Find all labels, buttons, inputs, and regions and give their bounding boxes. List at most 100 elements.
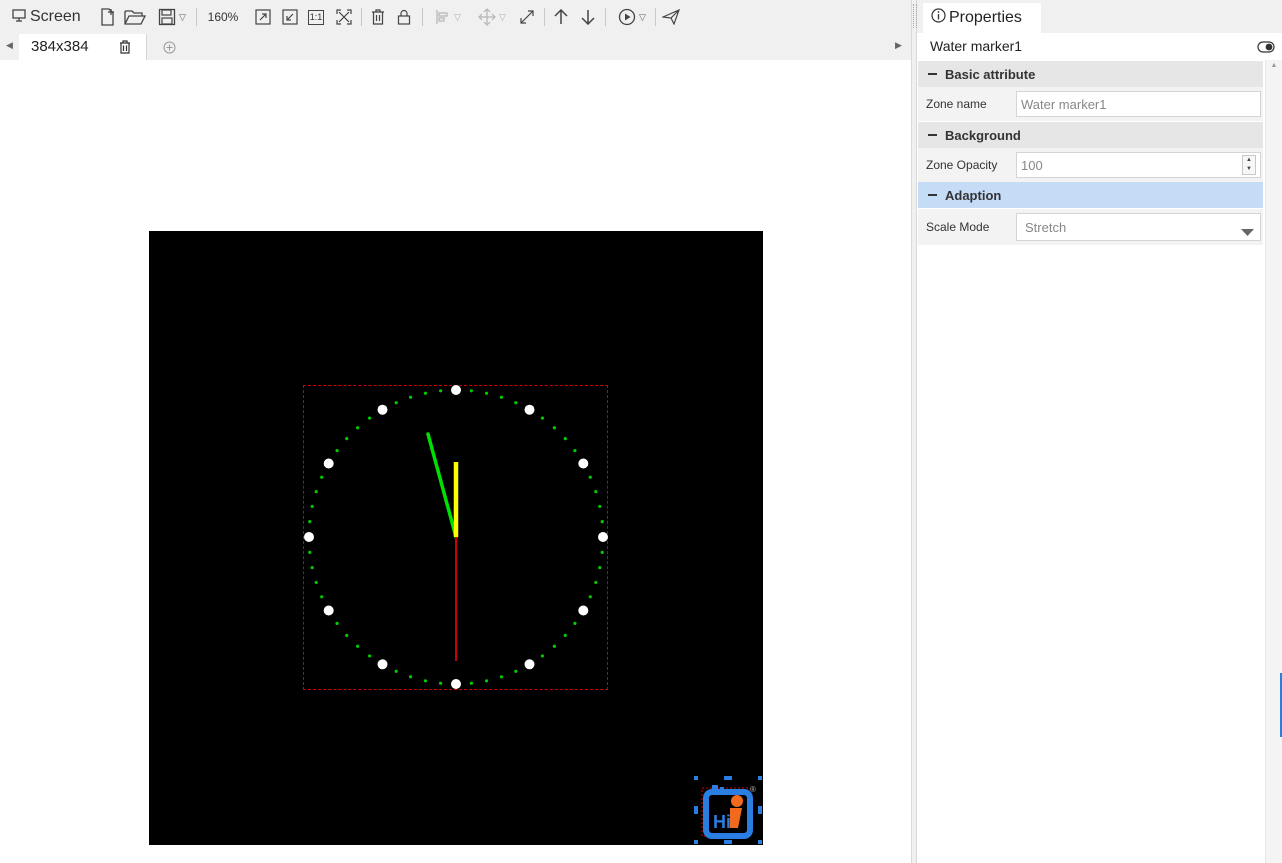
clock-minute-dot (310, 504, 314, 509)
clock-minute-dot (514, 401, 518, 405)
clock-hour-marker (323, 605, 334, 616)
clock-minute-dot (408, 675, 413, 679)
screen-button[interactable]: Screen (12, 5, 88, 29)
lock-button[interactable] (394, 5, 414, 29)
save-button[interactable]: ▽ (154, 5, 190, 29)
toggle-icon[interactable] (1257, 40, 1275, 58)
clock-hour-marker (304, 532, 314, 542)
stepper-down-icon[interactable]: ▼ (1243, 165, 1255, 174)
tab-384x384[interactable]: 384x384 (19, 34, 147, 60)
scale-mode-row: Scale Mode Stretch (918, 209, 1263, 245)
clock-minute-dot (367, 654, 372, 658)
water-marker[interactable]: Hi ® (690, 772, 766, 848)
clock-hour-marker (578, 458, 589, 469)
section-title: Background (945, 127, 1021, 143)
clock-minute-dot (394, 669, 398, 673)
clock-minute-dot (335, 448, 339, 453)
tab-scroll-right-icon[interactable]: ▶ (895, 40, 902, 51)
clock-minute-dot (540, 654, 545, 658)
clock-minute-dot (600, 550, 604, 554)
opacity-stepper[interactable]: ▲ ▼ (1242, 155, 1256, 175)
chevron-down-icon: ▽ (499, 11, 506, 22)
clock-minute-dot (573, 621, 577, 626)
fit-screen-button[interactable] (334, 5, 354, 29)
monitor-icon (12, 9, 26, 25)
properties-scrollbar[interactable]: ▲ (1265, 60, 1282, 863)
move-icon (478, 8, 496, 26)
shrink-icon (282, 9, 298, 25)
toolbar: Screen ▽ 160% 1:1 ▽ ▽ ▽ (0, 0, 911, 34)
screen-canvas[interactable]: Hi ® (149, 231, 766, 848)
tab-label: 384x384 (31, 38, 89, 55)
tab-properties[interactable]: Properties (923, 3, 1041, 33)
clock-minute-dot (394, 401, 398, 405)
clock-minute-dot (308, 520, 312, 524)
clock-minute-dot (367, 416, 372, 420)
clock-minute-dot (439, 681, 443, 685)
resize-button[interactable] (517, 5, 537, 29)
section-background[interactable]: Background (918, 122, 1263, 148)
zone-name-row: Zone name Water marker1 (918, 87, 1263, 121)
zoom-out-button[interactable] (280, 5, 300, 29)
folder-open-icon (124, 10, 146, 25)
align-button[interactable]: ▽ (430, 5, 466, 29)
section-title: Basic attribute (945, 66, 1036, 82)
clock-minute-dot (314, 580, 318, 585)
delete-button[interactable] (368, 5, 388, 29)
clock-minute-dot (588, 475, 592, 479)
collapse-icon (928, 194, 937, 196)
clock-minute-dot (499, 675, 504, 679)
clock-minute-dot (552, 426, 556, 430)
zoom-level[interactable]: 160% (203, 5, 243, 29)
zone-name-label: Zone name (926, 97, 987, 111)
clock-minute-dot (356, 644, 360, 648)
save-icon (158, 8, 176, 26)
clock-minute-dot (469, 681, 473, 685)
zoom-in-button[interactable] (253, 5, 273, 29)
clock-minute-dot (335, 621, 339, 626)
clock-minute-dot (469, 389, 473, 393)
clock-hour-marker (598, 532, 608, 542)
collapse-icon (928, 73, 937, 75)
clock-hour-marker (578, 605, 589, 616)
clock-minute-hand (426, 432, 458, 539)
zone-opacity-input[interactable]: 100 (1016, 152, 1261, 178)
play-button[interactable]: ▽ (613, 5, 651, 29)
clock-minute-dot (423, 391, 428, 395)
expand-icon (255, 9, 271, 25)
scale-mode-select[interactable]: Stretch (1016, 213, 1261, 241)
arrow-up-icon (554, 9, 568, 24)
fit-screen-icon (336, 9, 352, 25)
open-folder-button[interactable] (124, 5, 146, 29)
scale-mode-label: Scale Mode (926, 220, 990, 234)
scroll-up-icon[interactable]: ▲ (1266, 62, 1282, 69)
watermark-logo-icon: Hi ® (690, 772, 766, 848)
properties-tab-label: Properties (949, 9, 1022, 26)
move-up-button[interactable] (551, 5, 571, 29)
stepper-up-icon[interactable]: ▲ (1243, 156, 1255, 165)
section-basic-attribute[interactable]: Basic attribute (918, 61, 1263, 87)
clock-minute-dot (594, 489, 598, 494)
zone-name-input[interactable]: Water marker1 (1016, 91, 1261, 117)
section-adaption[interactable]: Adaption (918, 182, 1263, 208)
clock-minute-dot (484, 679, 489, 683)
clock-minute-dot (573, 448, 577, 453)
clock-hour-marker (451, 385, 461, 395)
add-tab-icon[interactable] (163, 41, 176, 59)
send-button[interactable] (660, 5, 682, 29)
clock-minute-dot (356, 426, 360, 430)
clock-minute-dot (345, 437, 349, 441)
tab-scroll-left-icon[interactable]: ◀ (6, 40, 13, 51)
send-icon (662, 9, 680, 25)
trash-icon[interactable] (119, 40, 131, 59)
clock-minute-dot (588, 595, 592, 599)
new-file-button[interactable] (98, 5, 118, 29)
resize-icon (520, 10, 534, 24)
clock-minute-dot (408, 395, 413, 399)
actual-size-button[interactable]: 1:1 (306, 5, 326, 29)
section-title: Adaption (945, 187, 1002, 203)
clock-minute-dot (308, 550, 312, 554)
clock-minute-dot (563, 633, 567, 637)
move-button[interactable]: ▽ (473, 5, 511, 29)
move-down-button[interactable] (578, 5, 598, 29)
